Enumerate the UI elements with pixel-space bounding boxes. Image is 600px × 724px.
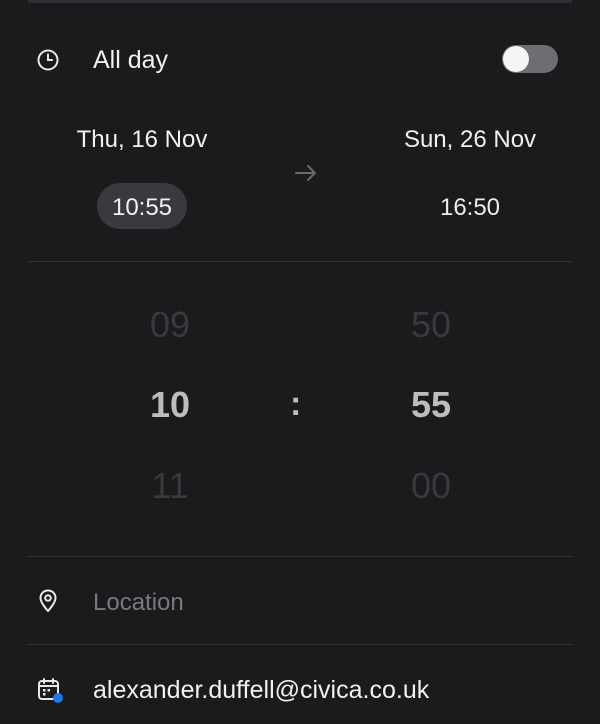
divider [28, 556, 572, 557]
top-divider [28, 0, 572, 3]
time-picker: 09 10 11 : 50 55 00 [0, 285, 600, 525]
hour-prev[interactable]: 09 [110, 304, 230, 346]
calendar-row[interactable]: alexander.duffell@civica.co.uk [0, 660, 600, 720]
start-time[interactable]: 10:55 [97, 194, 187, 222]
start-date[interactable]: Thu, 16 Nov [42, 126, 242, 154]
hour-next[interactable]: 11 [110, 465, 230, 507]
minute-selected[interactable]: 55 [371, 384, 491, 426]
location-pin-icon [39, 589, 57, 612]
date-range: Thu, 16 Nov Sun, 26 Nov 10:55 16:50 [0, 118, 600, 238]
location-input[interactable]: Location [93, 589, 184, 617]
calendar-account[interactable]: alexander.duffell@civica.co.uk [93, 676, 429, 705]
calendar-icon [38, 678, 63, 703]
all-day-toggle[interactable] [502, 45, 558, 73]
divider [28, 261, 572, 262]
end-time[interactable]: 16:50 [370, 194, 570, 222]
toggle-knob [503, 46, 529, 72]
all-day-row[interactable]: All day [0, 30, 600, 90]
clock-icon [37, 49, 59, 71]
minute-prev[interactable]: 50 [371, 304, 491, 346]
all-day-label: All day [93, 46, 169, 74]
divider [28, 644, 572, 645]
arrow-right-icon [295, 165, 316, 181]
location-row[interactable]: Location [0, 572, 600, 632]
time-separator: : [290, 385, 302, 423]
hour-selected[interactable]: 10 [110, 384, 230, 426]
minute-next[interactable]: 00 [371, 465, 491, 507]
end-date[interactable]: Sun, 26 Nov [370, 126, 570, 154]
